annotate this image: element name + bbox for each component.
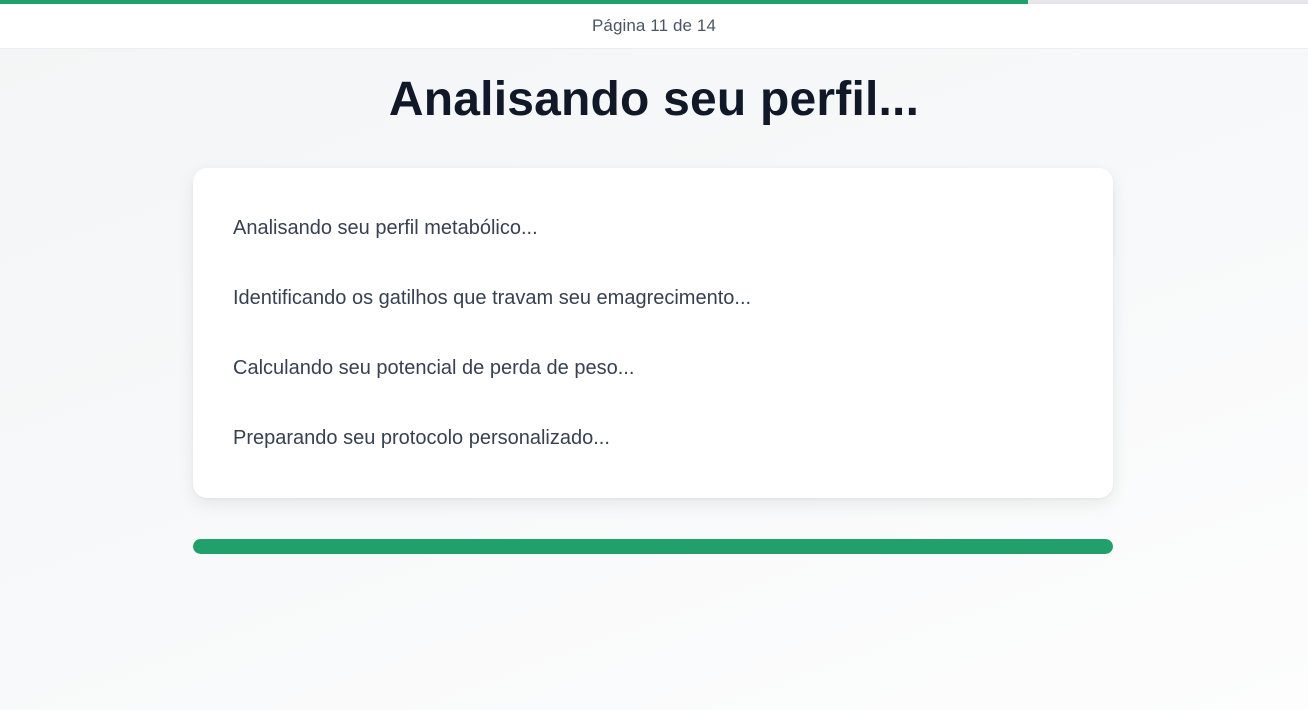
analysis-steps-card: Analisando seu perfil metabólico... Iden…	[193, 168, 1113, 498]
step-personalized-protocol: Preparando seu protocolo personalizado..…	[233, 427, 610, 449]
analysis-progress-fill	[193, 539, 1113, 554]
step-triggers: Identificando os gatilhos que travam seu…	[233, 287, 752, 309]
step-weight-loss-potential: Calculando seu potencial de perda de pes…	[233, 357, 635, 379]
page-indicator: Página 11 de 14	[591, 16, 717, 35]
analysis-progress-bar	[193, 539, 1113, 554]
step-metabolic-profile: Analisando seu perfil metabólico...	[233, 217, 538, 239]
header: Página 11 de 14	[0, 4, 1308, 49]
page-title: Analisando seu perfil...	[388, 73, 920, 126]
